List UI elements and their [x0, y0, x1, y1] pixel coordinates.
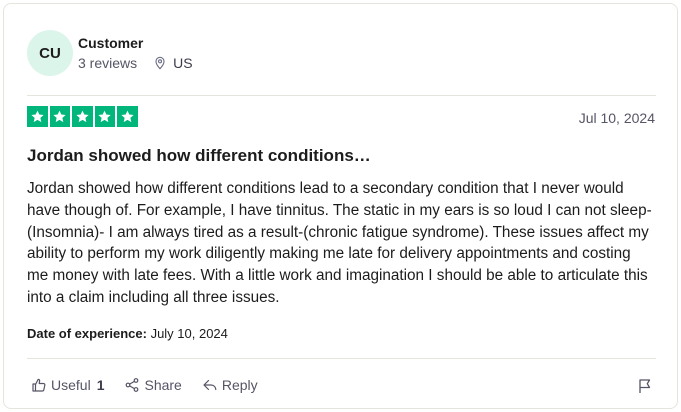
review-card: CU Customer 3 reviews US Jul 10, 2024 Jo…	[3, 3, 678, 409]
reply-label: Reply	[221, 377, 258, 393]
location-pin-icon	[155, 56, 165, 70]
review-actions: Useful 1 Share Reply	[31, 377, 258, 393]
useful-button[interactable]: Useful 1	[31, 377, 104, 393]
consumer-meta: 3 reviews US	[78, 55, 193, 71]
reviews-count: 3 reviews	[78, 55, 138, 71]
star-rating	[27, 106, 138, 127]
consumer-name[interactable]: Customer	[78, 35, 143, 51]
experience-date: July 10, 2024	[150, 326, 228, 341]
divider	[27, 358, 656, 359]
avatar[interactable]: CU	[27, 30, 73, 76]
review-title[interactable]: Jordan showed how different conditions…	[27, 146, 371, 166]
star-icon	[49, 106, 70, 127]
review-body: Jordan showed how different conditions l…	[27, 180, 652, 306]
star-icon	[94, 106, 115, 127]
star-icon	[72, 106, 93, 127]
useful-label: Useful	[51, 377, 91, 393]
share-icon	[126, 378, 139, 392]
date-of-experience: Date of experience: July 10, 2024	[27, 326, 228, 341]
reply-icon	[203, 379, 217, 391]
thumbs-up-icon	[32, 378, 46, 392]
star-icon	[117, 106, 138, 127]
consumer-location: US	[173, 55, 193, 71]
divider	[27, 95, 656, 96]
experience-label: Date of experience:	[27, 326, 147, 341]
share-button[interactable]: Share	[124, 377, 182, 393]
star-icon	[27, 106, 48, 127]
review-date: Jul 10, 2024	[578, 110, 655, 126]
useful-count: 1	[96, 377, 105, 393]
reply-button[interactable]: Reply	[202, 377, 258, 393]
share-label: Share	[144, 377, 182, 393]
flag-icon[interactable]	[637, 378, 653, 394]
